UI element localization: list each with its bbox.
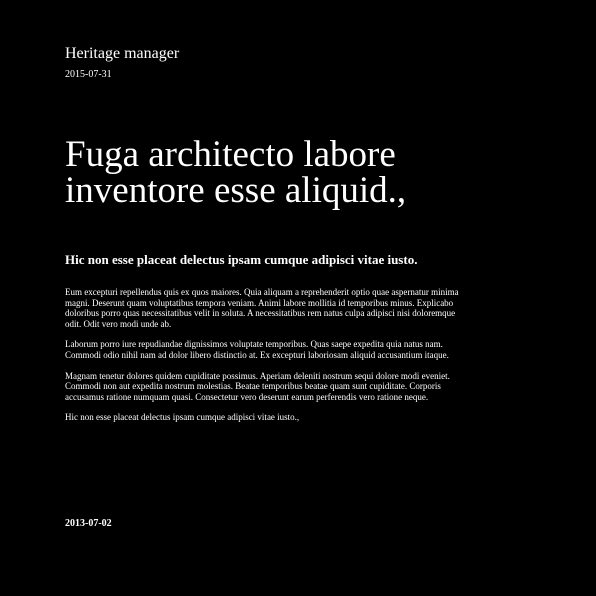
publish-date: 2015-07-31 [65, 69, 112, 80]
article-subheadline: Hic non esse placeat delectus ipsam cumq… [65, 252, 418, 267]
body-paragraph: Eum excepturi repellendus quis ex quos m… [65, 287, 459, 329]
body-paragraph: Hic non esse placeat delectus ipsam cumq… [65, 412, 300, 423]
footer-date: 2013-07-02 [65, 518, 112, 529]
publisher-title: Heritage manager [65, 45, 180, 62]
body-paragraph: Magnam tenetur dolores quidem cupiditate… [65, 370, 450, 402]
body-paragraph: Laborum porro iure repudiandae dignissim… [65, 339, 449, 360]
article-body: Eum excepturi repellendus quis ex quos m… [65, 287, 465, 433]
article-headline: Fuga architecto labore inventore esse al… [65, 134, 407, 211]
document-page: Heritage manager 2015-07-31 Fuga archite… [65, 0, 465, 596]
